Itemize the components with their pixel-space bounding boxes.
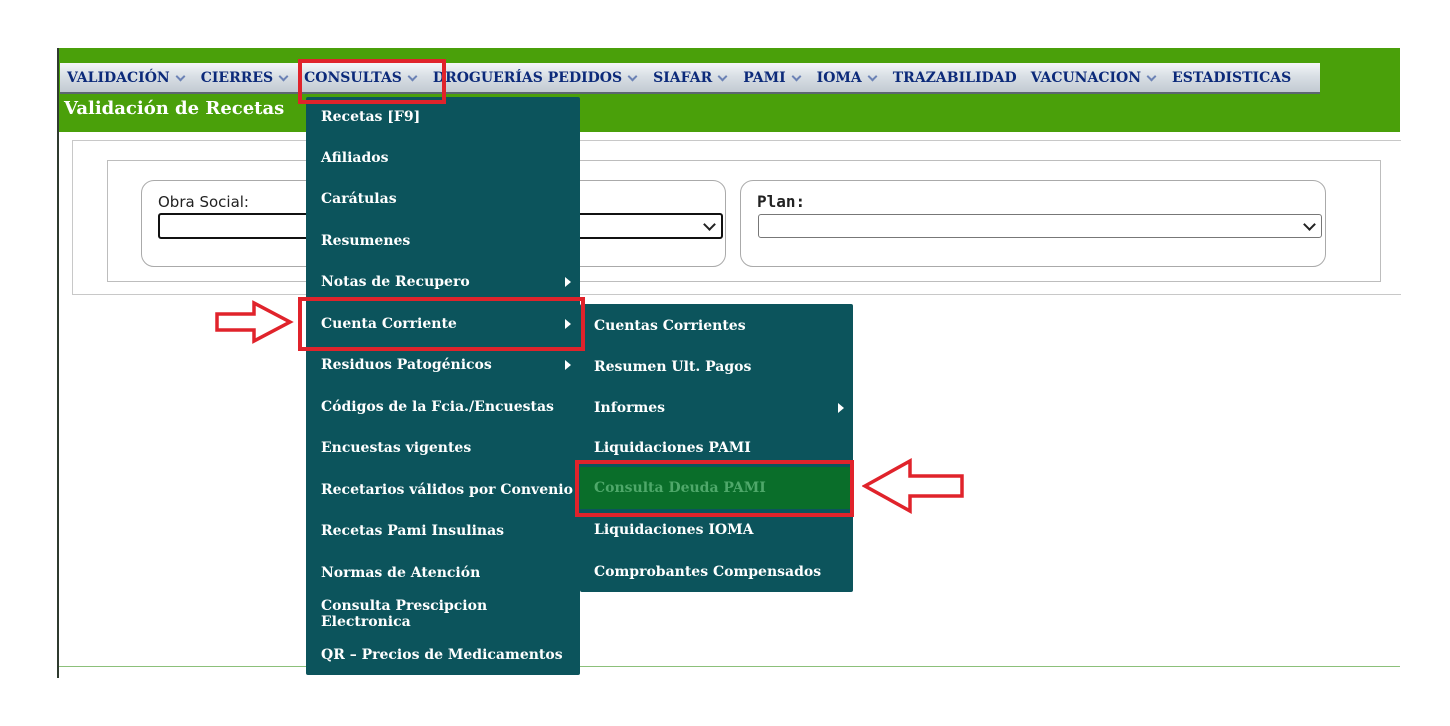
menu-item-label: Comprobantes Compensados bbox=[594, 564, 822, 580]
menu-item-codigos-fcia-encuestas[interactable]: Códigos de la Fcia./Encuestas bbox=[306, 387, 580, 427]
menu-item-normas-de-atencion[interactable]: Normas de Atención bbox=[306, 553, 580, 593]
main-menubar: VALIDACIÓN CIERRES CONSULTAS DROGUERÍAS … bbox=[60, 63, 1320, 94]
submenu-arrow-icon bbox=[838, 403, 844, 413]
menu-item-label: QR – Precios de Medicamentos bbox=[321, 647, 563, 663]
menu-item-label: Carátulas bbox=[321, 191, 397, 207]
chevron-down-icon bbox=[717, 72, 729, 84]
obra-social-label: Obra Social: bbox=[158, 193, 249, 211]
menu-item-consulta-prescripcion[interactable]: Consulta Prescipcion Electronica bbox=[306, 594, 580, 634]
menu-trazabilidad[interactable]: TRAZABILIDAD bbox=[886, 70, 1024, 86]
menu-item-label: Liquidaciones IOMA bbox=[594, 522, 754, 538]
menu-item-label: Consulta Prescipcion Electronica bbox=[321, 598, 488, 630]
menu-label: DROGUERÍAS PEDIDOS bbox=[432, 69, 623, 86]
menu-item-label: Afiliados bbox=[321, 150, 389, 166]
submenu-arrow-icon bbox=[565, 277, 571, 287]
menu-item-residuos-patogenicos[interactable]: Residuos Patogénicos bbox=[306, 345, 580, 385]
highlight-cuenta-corriente bbox=[298, 297, 585, 351]
menu-item-label: Resumenes bbox=[321, 233, 411, 249]
menu-item-qr-precios[interactable]: QR – Precios de Medicamentos bbox=[306, 635, 580, 675]
menu-item-label: Recetas [F9] bbox=[321, 109, 421, 125]
chevron-down-icon bbox=[1303, 218, 1316, 231]
menu-item-label: Notas de Recupero bbox=[321, 274, 470, 290]
menu-item-label: Normas de Atención bbox=[321, 565, 481, 581]
menu-droguerias-pedidos[interactable]: DROGUERÍAS PEDIDOS bbox=[426, 70, 646, 86]
menu-item-notas-de-recupero[interactable]: Notas de Recupero bbox=[306, 262, 580, 302]
highlight-consultas bbox=[298, 59, 446, 104]
menu-label: IOMA bbox=[816, 69, 862, 86]
menu-estadisticas[interactable]: ESTADISTICAS bbox=[1165, 70, 1298, 86]
menu-item-label: Códigos de la Fcia./Encuestas bbox=[321, 399, 554, 415]
menu-label: CIERRES bbox=[200, 69, 274, 86]
menu-cierres[interactable]: CIERRES bbox=[194, 70, 297, 86]
menu-item-caratulas[interactable]: Carátulas bbox=[306, 179, 580, 219]
menu-label: VALIDACIÓN bbox=[67, 69, 170, 86]
menu-ioma[interactable]: IOMA bbox=[810, 70, 886, 86]
menu-item-label: Liquidaciones PAMI bbox=[594, 440, 751, 456]
submenu-item-resumen-ult-pagos[interactable]: Resumen Ult. Pagos bbox=[580, 347, 853, 387]
menu-item-label: Recetas Pami Insulinas bbox=[321, 523, 505, 539]
chevron-down-icon bbox=[703, 218, 716, 231]
chevron-down-icon bbox=[867, 72, 879, 84]
menu-item-label: Residuos Patogénicos bbox=[321, 357, 492, 373]
menu-item-label: Resumen Ult. Pagos bbox=[594, 359, 752, 375]
chevron-down-icon bbox=[1146, 72, 1158, 84]
menu-item-recetarios-validos[interactable]: Recetarios válidos por Convenio bbox=[306, 470, 580, 510]
chevron-down-icon bbox=[278, 72, 290, 84]
menu-item-recetas-pami-insulinas[interactable]: Recetas Pami Insulinas bbox=[306, 511, 580, 551]
menu-label: TRAZABILIDAD bbox=[892, 69, 1017, 86]
menu-pami[interactable]: PAMI bbox=[736, 70, 809, 86]
chevron-down-icon bbox=[175, 72, 187, 84]
menu-item-label: Informes bbox=[594, 400, 666, 416]
menu-item-afiliados[interactable]: Afiliados bbox=[306, 138, 580, 178]
menu-label: ESTADISTICAS bbox=[1172, 69, 1292, 86]
menu-vacunacion[interactable]: VACUNACION bbox=[1024, 70, 1165, 86]
page-left-border bbox=[57, 48, 59, 678]
menu-label: SIAFAR bbox=[653, 69, 713, 86]
plan-label: Plan: bbox=[757, 192, 806, 211]
menu-label: PAMI bbox=[743, 69, 786, 86]
submenu-arrow-icon bbox=[565, 360, 571, 370]
menu-label: VACUNACION bbox=[1030, 69, 1142, 86]
highlight-consulta-deuda-pami bbox=[575, 460, 854, 517]
submenu-item-comprobantes-compensados[interactable]: Comprobantes Compensados bbox=[580, 552, 853, 592]
menu-item-label: Encuestas vigentes bbox=[321, 440, 472, 456]
submenu-item-cuentas-corrientes[interactable]: Cuentas Corrientes bbox=[580, 306, 853, 346]
arrow-left-icon bbox=[862, 458, 964, 514]
consultas-dropdown-menu: Recetas [F9] Afiliados Carátulas Resumen… bbox=[306, 97, 580, 675]
menu-siafar[interactable]: SIAFAR bbox=[646, 70, 736, 86]
menu-item-resumenes[interactable]: Resumenes bbox=[306, 221, 580, 261]
menu-item-label: Recetarios válidos por Convenio bbox=[321, 482, 573, 498]
menu-validacion[interactable]: VALIDACIÓN bbox=[60, 70, 194, 86]
menu-item-encuestas-vigentes[interactable]: Encuestas vigentes bbox=[306, 428, 580, 468]
chevron-down-icon bbox=[791, 72, 803, 84]
page-bottom-border bbox=[59, 666, 1400, 667]
cuenta-corriente-submenu: Cuentas Corrientes Resumen Ult. Pagos In… bbox=[580, 304, 853, 592]
submenu-item-informes[interactable]: Informes bbox=[580, 388, 853, 428]
chevron-down-icon bbox=[627, 72, 639, 84]
menu-item-label: Cuentas Corrientes bbox=[594, 318, 746, 334]
plan-select[interactable] bbox=[758, 214, 1322, 238]
arrow-right-icon bbox=[215, 300, 294, 344]
page-title: Validación de Recetas bbox=[64, 98, 285, 119]
